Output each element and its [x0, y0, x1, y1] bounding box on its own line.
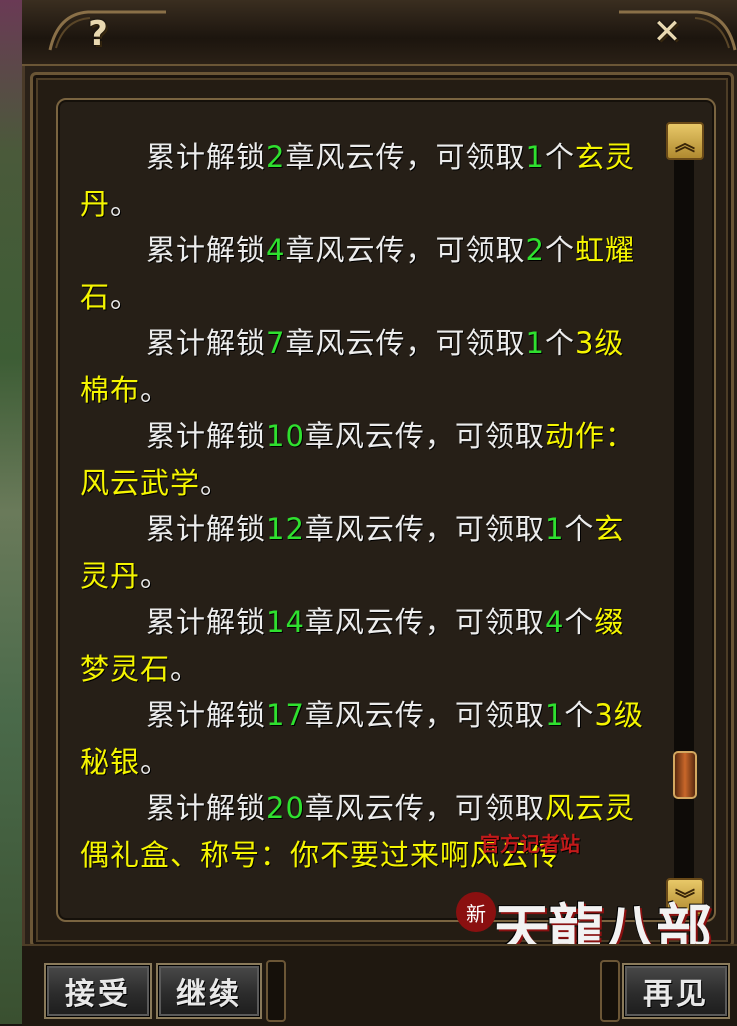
reward-paragraph: 累计解锁17章风云传，可领取1个3级秘银。 — [80, 692, 650, 785]
close-icon[interactable]: ✕ — [647, 12, 687, 52]
reward-count: 20 — [266, 791, 305, 825]
reward-text: 累计解锁 — [146, 419, 267, 453]
reward-count: 1 — [525, 326, 545, 360]
reward-text: 章风云传，可领取 — [304, 605, 545, 639]
reward-text: 章风云传，可领取 — [304, 698, 545, 732]
reward-count: 1 — [544, 512, 565, 546]
reward-text: 。 — [140, 558, 171, 593]
reward-count: 17 — [266, 698, 305, 732]
reward-count: 2 — [525, 233, 545, 267]
reward-count: 10 — [266, 419, 305, 453]
reward-text: 。 — [170, 651, 201, 686]
reward-count: 14 — [266, 605, 305, 639]
reward-text: 。 — [110, 186, 141, 221]
reward-count: 7 — [266, 326, 286, 360]
reward-paragraph: 累计解锁7章风云传，可领取1个3级棉布。 — [80, 320, 650, 413]
message-text: 累计解锁2章风云传，可领取1个玄灵丹。 累计解锁4章风云传，可领取2个虹耀石。 累计… — [80, 134, 650, 910]
reward-text: 个 — [544, 233, 575, 267]
accept-button[interactable]: 接受 — [44, 963, 152, 1019]
reward-text: 累计解锁 — [146, 512, 267, 546]
reward-text: 个 — [544, 326, 575, 360]
reward-text: 个 — [564, 698, 595, 732]
reward-paragraph: 累计解锁20章风云传，可领取风云灵偶礼盒、称号：你不要过来啊风云传 — [80, 785, 650, 878]
reward-paragraph: 累计解锁14章风云传，可领取4个缀梦灵石。 — [80, 599, 650, 692]
reward-text: 累计解锁 — [146, 326, 267, 360]
reward-text: 章风云传，可领取 — [304, 791, 545, 825]
reward-paragraph: 累计解锁2章风云传，可领取1个玄灵丹。 — [80, 134, 650, 227]
reward-text: 累计解锁 — [146, 233, 267, 267]
message-panel: 累计解锁2章风云传，可领取1个玄灵丹。 累计解锁4章风云传，可领取2个虹耀石。 累计… — [56, 98, 716, 922]
reward-text: 累计解锁 — [146, 140, 267, 174]
reward-text: 章风云传，可领取 — [285, 140, 526, 174]
reward-text: 。 — [200, 465, 231, 500]
reward-paragraph: 累计解锁10章风云传，可领取动作：风云武学。 — [80, 413, 650, 506]
reward-count: 4 — [544, 605, 565, 639]
reward-count: 1 — [544, 698, 565, 732]
reward-text: 。 — [140, 372, 171, 407]
reward-text: 累计解锁 — [146, 605, 267, 639]
scroll-down-icon[interactable]: ︾ — [666, 878, 704, 916]
reward-count: 2 — [266, 140, 286, 174]
bar-ornament-right — [600, 960, 620, 1022]
reward-text: 。 — [110, 279, 141, 314]
dialog-titlebar — [22, 0, 737, 66]
help-icon[interactable]: ? — [78, 14, 118, 54]
reward-count: 1 — [525, 140, 545, 174]
reward-count: 4 — [266, 233, 286, 267]
reward-text: 。 — [140, 744, 171, 779]
scroll-thumb[interactable] — [673, 751, 697, 800]
reward-text: 累计解锁 — [146, 698, 267, 732]
scrollbar[interactable]: ︽ ︾ — [666, 120, 704, 916]
reward-text: 章风云传，可领取 — [304, 512, 545, 546]
reward-text: 章风云传，可领取 — [285, 233, 526, 267]
reward-text: 累计解锁 — [146, 791, 267, 825]
reward-text: 章风云传，可领取 — [304, 419, 545, 453]
reward-paragraph: 累计解锁4章风云传，可领取2个虹耀石。 — [80, 227, 650, 320]
scroll-up-icon[interactable]: ︽ — [666, 122, 704, 160]
reward-text: 章风云传，可领取 — [285, 326, 526, 360]
reward-paragraph: 累计解锁12章风云传，可领取1个玄灵丹。 — [80, 506, 650, 599]
goodbye-button[interactable]: 再见 — [622, 963, 730, 1019]
bar-ornament-left — [266, 960, 286, 1022]
reward-text: 个 — [544, 140, 575, 174]
reward-count: 12 — [266, 512, 305, 546]
reward-text: 个 — [564, 605, 595, 639]
continue-button[interactable]: 继续 — [156, 963, 262, 1019]
reward-text: 个 — [564, 512, 595, 546]
